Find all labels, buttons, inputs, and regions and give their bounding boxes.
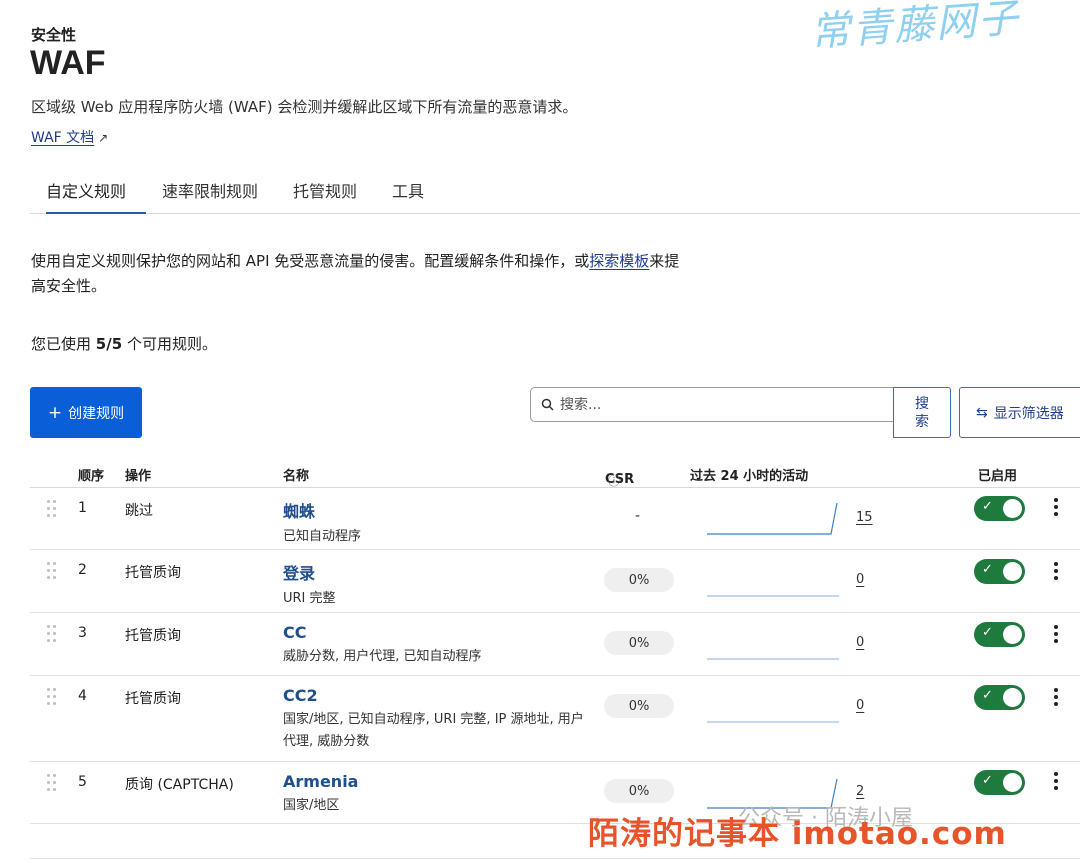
section-label: 安全性 (31, 26, 77, 44)
check-icon: ✓ (982, 625, 993, 640)
more-options-icon[interactable] (1051, 498, 1061, 518)
intro-text: 使用自定义规则保护您的网站和 API 免受恶意流量的侵害。配置缓解条件和操作，或… (31, 249, 691, 299)
create-rule-label: 创建规则 (68, 405, 125, 422)
table-row[interactable]: 2 托管质询 登录 URI 完整 0% 0 ✓ (30, 550, 1080, 613)
rule-enabled-toggle[interactable]: ✓ (974, 496, 1025, 521)
col-order: 顺序 (78, 469, 105, 484)
rule-order: 1 (78, 500, 87, 516)
waf-docs-link-label[interactable]: WAF 文档 (31, 130, 94, 146)
explore-templates-link[interactable]: 探索模板 (589, 252, 649, 270)
rule-action: 跳过 (125, 503, 153, 519)
plus-icon: + (47, 402, 63, 423)
rule-order: 5 (78, 774, 87, 790)
page-description: 区域级 Web 应用程序防火墙 (WAF) 会检测并缓解此区域下所有流量的恶意请… (31, 98, 578, 116)
tab-tools[interactable]: 工具 (392, 178, 424, 214)
rule-action: 托管质询 (125, 565, 181, 581)
more-options-icon[interactable] (1051, 772, 1061, 792)
table-row[interactable]: 4 托管质询 CC2 国家/地区, 已知自动程序, URI 完整, IP 源地址… (30, 676, 1080, 762)
usage-prefix: 您已使用 (31, 335, 92, 353)
drag-handle-icon[interactable] (47, 562, 57, 580)
show-filters-label: 显示筛选器 (993, 405, 1064, 422)
more-options-icon[interactable] (1051, 688, 1061, 708)
rule-conditions: URI 完整 (283, 591, 336, 606)
rule-action: 质询 (CAPTCHA) (125, 777, 234, 793)
activity-count-link[interactable]: 2 (856, 784, 864, 799)
more-options-icon[interactable] (1051, 562, 1061, 582)
rule-action: 托管质询 (125, 628, 181, 644)
rule-enabled-toggle[interactable]: ✓ (974, 685, 1025, 710)
activity-sparkline (707, 595, 839, 597)
check-icon: ✓ (982, 499, 993, 514)
col-name: 名称 (283, 469, 310, 484)
usage-text: 您已使用 5/5 个可用规则。 (31, 333, 217, 354)
table-bottom-divider (30, 858, 1080, 859)
rule-enabled-toggle[interactable]: ✓ (974, 559, 1025, 584)
intro-body: 使用自定义规则保护您的网站和 API 免受恶意流量的侵害。配置缓解条件和操作，或 (31, 252, 590, 270)
activity-count-link[interactable]: 0 (856, 698, 864, 713)
rule-name-link[interactable]: 登录 (283, 560, 336, 584)
rule-action: 托管质询 (125, 691, 181, 707)
check-icon: ✓ (982, 562, 993, 577)
check-icon: ✓ (982, 773, 993, 788)
csr-value: - (635, 508, 641, 524)
filter-swap-icon: ⇆ (976, 404, 988, 421)
csr-value: 0% (604, 779, 674, 803)
rule-name-link[interactable]: CC2 (283, 686, 593, 705)
drag-handle-icon[interactable] (47, 625, 57, 643)
rule-enabled-toggle[interactable]: ✓ (974, 770, 1025, 795)
col-action: 操作 (125, 469, 152, 484)
waf-docs-link[interactable]: WAF 文档 ↗ (31, 127, 108, 147)
watermark-top: 常青藤网子 (808, 0, 1022, 56)
tab-bar: 自定义规则 速率限制规则 托管规则 工具 (30, 168, 1080, 214)
info-icon[interactable]: ⓘ (608, 472, 620, 489)
rule-conditions: 国家/地区 (283, 798, 340, 813)
rule-order: 2 (78, 562, 87, 578)
table-row[interactable]: 1 跳过 蜘蛛 已知自动程序 - 15 ✓ (30, 488, 1080, 550)
rule-name-link[interactable]: CC (283, 623, 482, 642)
activity-count-link[interactable]: 0 (856, 635, 864, 650)
external-link-icon: ↗ (98, 131, 109, 145)
activity-sparkline (707, 658, 839, 660)
rule-enabled-toggle[interactable]: ✓ (974, 622, 1025, 647)
activity-sparkline (707, 721, 839, 723)
rule-conditions: 已知自动程序 (283, 529, 362, 544)
tab-custom-rules[interactable]: 自定义规则 (46, 178, 146, 214)
csr-value: 0% (604, 694, 674, 718)
check-icon: ✓ (982, 688, 993, 703)
drag-handle-icon[interactable] (47, 774, 57, 792)
csr-value: 0% (604, 568, 674, 592)
search-button[interactable]: 搜索 (893, 387, 951, 438)
rule-name-link[interactable]: Armenia (283, 772, 358, 791)
rule-order: 3 (78, 625, 87, 641)
csr-value: 0% (604, 631, 674, 655)
rule-conditions: 威胁分数, 用户代理, 已知自动程序 (283, 649, 482, 664)
activity-count-link[interactable]: 0 (856, 572, 864, 587)
rule-conditions: 国家/地区, 已知自动程序, URI 完整, IP 源地址, 用户代理, 威胁分… (283, 712, 584, 749)
drag-handle-icon[interactable] (47, 688, 57, 706)
drag-handle-icon[interactable] (47, 500, 57, 518)
col-activity: 过去 24 小时的活动 (690, 469, 809, 484)
search-input[interactable] (560, 396, 880, 413)
more-options-icon[interactable] (1051, 625, 1061, 645)
activity-count-link[interactable]: 15 (856, 510, 873, 525)
activity-sparkline (707, 502, 838, 535)
table-row[interactable]: 3 托管质询 CC 威胁分数, 用户代理, 已知自动程序 0% 0 ✓ (30, 613, 1080, 676)
rule-order: 4 (78, 688, 87, 704)
tab-managed-rules[interactable]: 托管规则 (293, 178, 357, 214)
table-header: 顺序 操作 名称 CSR ⓘ 过去 24 小时的活动 已启用 (30, 458, 1080, 488)
tab-rate-limiting-rules[interactable]: 速率限制规则 (162, 178, 258, 214)
watermark-bottom: 陌涛的记事本 imotao.com (588, 816, 1007, 852)
page-title: WAF (30, 44, 106, 82)
rule-name-link[interactable]: 蜘蛛 (283, 498, 361, 522)
usage-count: 5/5 (95, 335, 123, 353)
usage-suffix: 个可用规则。 (126, 335, 217, 353)
col-enabled: 已启用 (978, 469, 1018, 484)
create-rule-button[interactable]: + 创建规则 (30, 387, 142, 438)
search-field[interactable] (530, 387, 894, 422)
search-icon (541, 398, 554, 411)
show-filters-button[interactable]: ⇆ 显示筛选器 (959, 387, 1080, 438)
